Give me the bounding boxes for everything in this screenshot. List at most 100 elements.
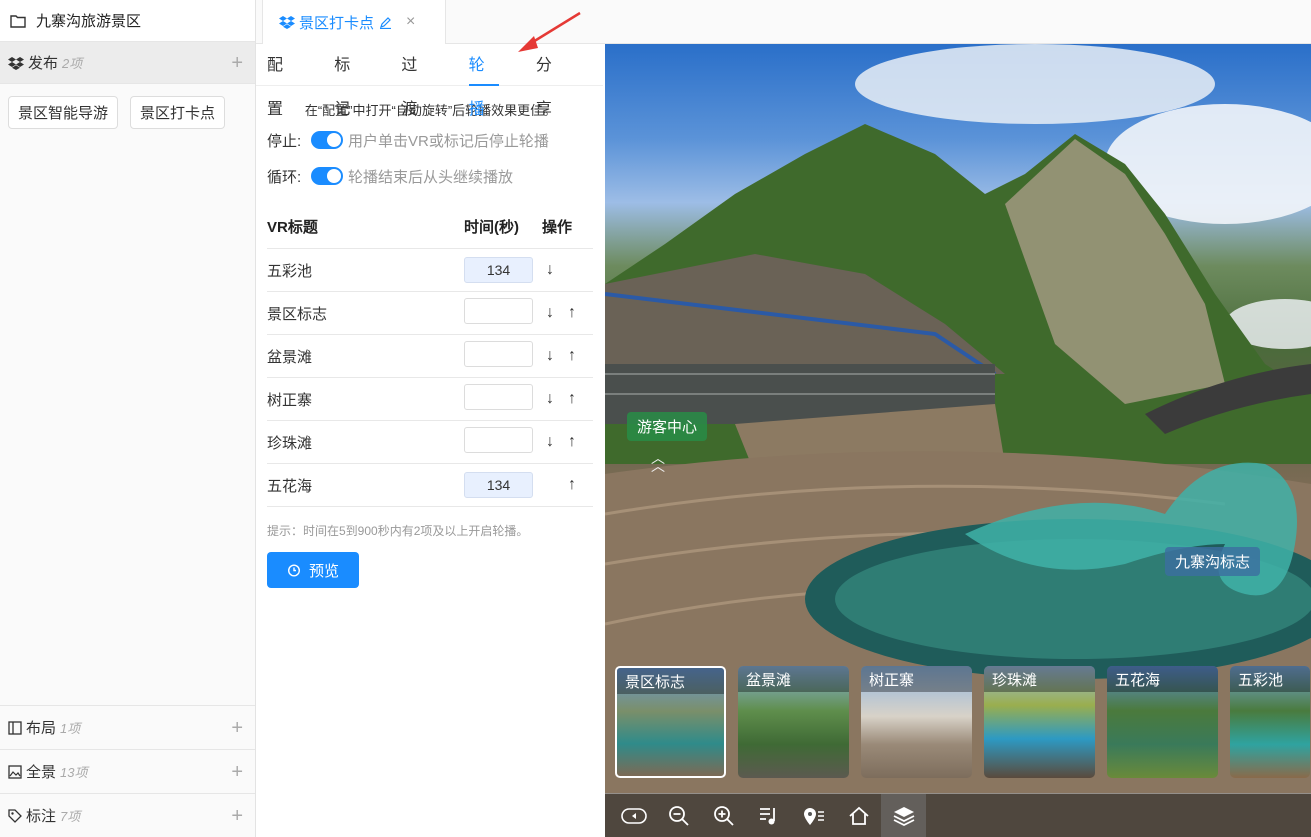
folder-icon [10, 14, 26, 28]
section-layout[interactable]: 布局 1项 + [0, 705, 255, 749]
tab-transition[interactable]: 过渡 [401, 44, 431, 118]
tab-config[interactable]: 配置 [267, 44, 297, 118]
row-title: 盆景滩 [267, 348, 313, 366]
section-panorama-count: 13项 [60, 765, 88, 780]
section-layout-name: 布局 [26, 720, 57, 737]
row-title: 五彩池 [267, 262, 313, 280]
location-list-icon[interactable] [791, 794, 836, 837]
move-up-icon[interactable]: ↑ [564, 347, 580, 365]
section-annotation-name: 标注 [26, 808, 57, 825]
tag-icon [8, 808, 22, 823]
music-list-icon[interactable] [746, 794, 791, 837]
zoom-in-icon[interactable] [701, 794, 746, 837]
preview-label: 预览 [308, 562, 339, 580]
thumbnail-item[interactable]: 树正寨 [861, 666, 972, 778]
tab-markers[interactable]: 标记 [334, 44, 364, 118]
layers-icon[interactable] [881, 793, 926, 837]
section-publish-name: 发布 [28, 55, 59, 72]
vr-glasses-icon[interactable] [611, 794, 656, 837]
move-up-icon[interactable] [564, 261, 580, 279]
time-input[interactable] [464, 384, 533, 410]
hotspot-jiuzhaigou-sign[interactable]: 九寨沟标志 [1165, 547, 1261, 576]
document-tabbar: 景区打卡点 × [256, 0, 1311, 44]
header-action: 操作 [542, 219, 573, 236]
thumbnail-item[interactable]: 珍珠滩 [984, 666, 1095, 778]
dropbox-icon [8, 56, 24, 70]
header-time: 时间(秒) [464, 219, 519, 236]
thumbnail-caption: 盆景滩 [738, 666, 849, 692]
section-annotation[interactable]: 标注 7项 + [0, 793, 255, 837]
zoom-out-icon[interactable] [656, 794, 701, 837]
section-panorama[interactable]: 全景 13项 + [0, 749, 255, 793]
loop-description: 轮播结束后从头继续播放 [348, 168, 514, 186]
time-input[interactable] [464, 341, 533, 367]
sidebar: 九寨沟旅游景区 发布 2项 + 景区智能导游 景区打卡点 布局 1项 + 全景 … [0, 0, 256, 837]
stop-description: 用户单击VR或标记后停止轮播 [348, 132, 549, 150]
time-input[interactable]: 134 [464, 472, 533, 498]
thumbnail-strip: 景区标志 盆景滩 树正寨 珍珠滩 五花海 五彩池 [615, 666, 1310, 778]
panorama-viewer[interactable]: 游客中心 九寨沟标志 ︿ ︿ 景区标志 盆景滩 树正寨 珍珠滩 五花海 五彩池 [605, 44, 1311, 837]
navigate-forward-icon[interactable]: ︿ ︿ [651, 451, 665, 473]
home-icon[interactable] [836, 794, 881, 837]
document-tab[interactable]: 景区打卡点 × [262, 0, 446, 44]
document-tab-title: 景区打卡点 [299, 14, 375, 32]
table-row: 五花海 134 ↑ [267, 464, 593, 507]
carousel-table: VR标题 时间(秒) 操作 五彩池 134 ↓ 景区标志 ↓ ↑ 盆景滩 ↓ ↑ 树… [267, 205, 593, 507]
table-row: 树正寨 ↓ ↑ [267, 378, 593, 421]
publish-item-checkin[interactable]: 景区打卡点 [130, 96, 226, 129]
tab-carousel[interactable]: 轮播 [468, 44, 500, 118]
row-title: 树正寨 [267, 391, 313, 409]
project-header[interactable]: 九寨沟旅游景区 [0, 0, 255, 42]
project-title: 九寨沟旅游景区 [36, 13, 142, 30]
thumbnail-caption: 景区标志 [617, 668, 724, 694]
move-down-icon[interactable]: ↓ [542, 433, 558, 451]
row-title: 景区标志 [267, 305, 328, 323]
thumbnail-item[interactable]: 景区标志 [615, 666, 726, 778]
add-panorama-icon[interactable]: + [231, 762, 243, 782]
thumbnail-caption: 五花海 [1107, 666, 1218, 692]
dropbox-icon [279, 16, 295, 29]
thumbnail-item[interactable]: 五彩池 [1230, 666, 1310, 778]
add-publish-icon[interactable]: + [231, 53, 243, 73]
time-input[interactable] [464, 298, 533, 324]
carousel-tip: 提示：时间在5到900秒内有2项及以上开启轮播。 [267, 524, 529, 538]
thumbnail-caption: 树正寨 [861, 666, 972, 692]
move-down-icon[interactable]: ↓ [542, 304, 558, 322]
table-row: 景区标志 ↓ ↑ [267, 292, 593, 335]
stop-toggle[interactable] [311, 131, 343, 149]
add-layout-icon[interactable]: + [231, 718, 243, 738]
viewer-toolbar [605, 793, 1311, 837]
time-input[interactable] [464, 427, 533, 453]
loop-label: 循环: [267, 168, 302, 186]
move-down-icon[interactable]: ↓ [542, 390, 558, 408]
move-up-icon[interactable]: ↑ [564, 304, 580, 322]
time-input[interactable]: 134 [464, 257, 533, 283]
preview-button[interactable]: 预览 [267, 552, 359, 588]
layout-icon [8, 720, 22, 735]
carousel-hint: 在“配置”中打开“自动旋转”后轮播效果更佳。 [304, 103, 557, 118]
section-layout-count: 1项 [60, 721, 81, 736]
move-down-icon[interactable]: ↓ [542, 347, 558, 365]
table-header: VR标题 时间(秒) 操作 [267, 205, 593, 249]
section-publish[interactable]: 发布 2项 + [0, 42, 255, 84]
move-up-icon[interactable]: ↑ [564, 390, 580, 408]
add-annotation-icon[interactable]: + [231, 806, 243, 826]
image-icon [8, 764, 22, 779]
move-down-icon[interactable]: ↓ [542, 261, 558, 279]
thumbnail-item[interactable]: 五花海 [1107, 666, 1218, 778]
move-up-icon[interactable]: ↑ [564, 476, 580, 494]
thumbnail-caption: 珍珠滩 [984, 666, 1095, 692]
row-title: 珍珠滩 [267, 434, 313, 452]
thumbnail-item[interactable]: 盆景滩 [738, 666, 849, 778]
loop-toggle[interactable] [311, 167, 343, 185]
table-row: 盆景滩 ↓ ↑ [267, 335, 593, 378]
move-up-icon[interactable]: ↑ [564, 433, 580, 451]
edit-icon[interactable] [379, 16, 392, 29]
publish-item-guide[interactable]: 景区智能导游 [8, 96, 119, 129]
hotspot-visitor-center[interactable]: 游客中心 [627, 412, 708, 441]
stop-label: 停止: [267, 132, 302, 150]
table-row: 五彩池 134 ↓ [267, 249, 593, 292]
close-tab-icon[interactable]: × [406, 13, 415, 31]
carousel-panel: 配置 标记 过渡 轮播 分享 在“配置”中打开“自动旋转”后轮播效果更佳。 停止… [256, 44, 605, 837]
section-annotation-count: 7项 [60, 809, 81, 824]
